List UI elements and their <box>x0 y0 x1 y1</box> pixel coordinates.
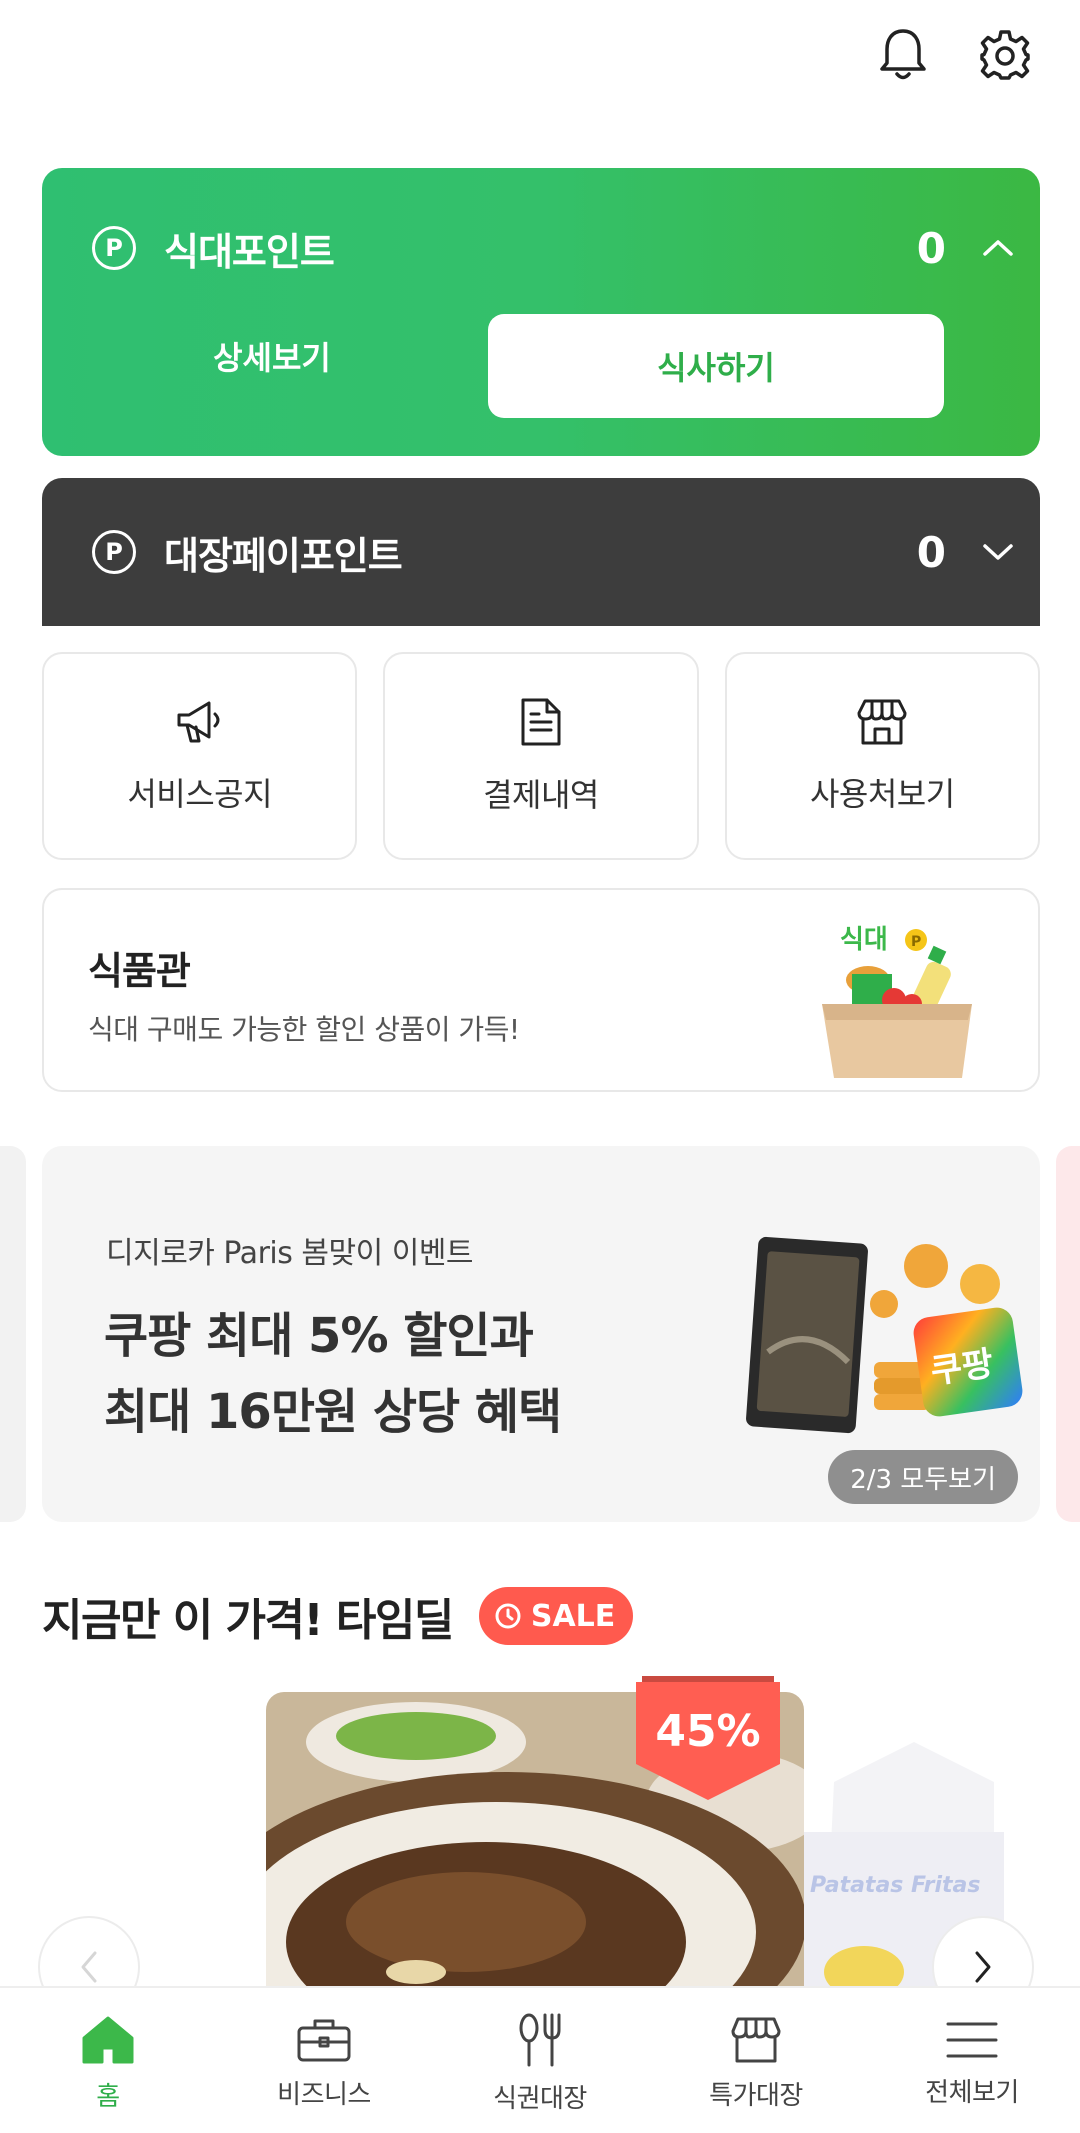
nav-label: 식권대장 <box>493 2084 587 2114</box>
point-icon: P <box>92 226 136 270</box>
chevron-right-icon <box>975 1951 991 1983</box>
home-icon <box>82 2016 134 2064</box>
nav-label: 특가대장 <box>709 2081 803 2111</box>
quick-menu-payment-history[interactable]: 결제내역 <box>383 652 699 860</box>
time-deal-header: 지금만 이 가격! 타임딜 SALE <box>42 1584 634 1648</box>
food-hall-card[interactable]: 식품관 식대 구매도 가능한 할인 상품이 가득! 식대 P <box>42 888 1040 1092</box>
briefcase-icon <box>297 2019 351 2062</box>
menu-icon <box>946 2022 998 2058</box>
nav-home[interactable]: 홈 <box>0 1988 216 2133</box>
banner-title-line2: 최대 16만원 상당 혜택 <box>104 1384 562 1440</box>
banner-next-peek <box>1056 1146 1080 1522</box>
card-coupang-image: 쿠팡 <box>746 1236 1023 1434</box>
daejang-pay-point-value: 0 <box>916 527 946 577</box>
quick-menu-label: 사용처보기 <box>809 775 955 813</box>
sale-badge-label: SALE <box>530 1598 616 1634</box>
chevron-up-icon[interactable] <box>980 230 1016 266</box>
detail-button[interactable]: 상세보기 <box>152 304 392 408</box>
point-icon: P <box>92 530 136 574</box>
daejang-pay-point-card[interactable]: P 대장페이포인트 0 <box>42 478 1040 626</box>
sikdae-point-header[interactable]: P 식대포인트 0 <box>92 208 1040 288</box>
sikdae-point-value: 0 <box>916 223 946 273</box>
store-icon <box>855 697 909 751</box>
clock-icon <box>495 1603 521 1629</box>
top-toolbar <box>872 24 1036 86</box>
chevron-down-icon[interactable] <box>980 534 1016 570</box>
quick-menu-label: 결제내역 <box>483 776 599 814</box>
bell-icon[interactable] <box>872 24 934 86</box>
food-hall-subtitle: 식대 구매도 가능한 할인 상품이 가득! <box>88 1013 520 1046</box>
utensils-icon <box>519 2013 561 2067</box>
banner-title-line1: 쿠팡 최대 5% 할인과 <box>104 1308 534 1364</box>
event-banner[interactable]: 디지로카 Paris 봄맞이 이벤트 쿠팡 최대 5% 할인과 최대 16만원 … <box>42 1146 1040 1522</box>
daejang-pay-point-header: P 대장페이포인트 0 <box>92 512 1040 592</box>
nav-label: 비즈니스 <box>277 2080 371 2110</box>
banner-pager-button[interactable]: 2/3 모두보기 <box>828 1450 1018 1504</box>
chevron-left-icon <box>81 1951 97 1983</box>
quick-menu-store-list[interactable]: 사용처보기 <box>724 652 1040 860</box>
nav-special-deals[interactable]: 특가대장 <box>648 1988 864 2133</box>
quick-menu-label: 서비스공지 <box>127 775 273 813</box>
quick-menu-notice[interactable]: 서비스공지 <box>42 652 358 860</box>
food-hall-image-tag: 식대 <box>840 925 888 955</box>
discount-label: 45% <box>655 1706 761 1757</box>
nav-label: 홈 <box>96 2082 120 2112</box>
nav-all-menu[interactable]: 전체보기 <box>864 1988 1080 2133</box>
time-deal-title: 지금만 이 가격! 타임딜 <box>42 1595 454 1646</box>
svg-text:P: P <box>911 934 921 950</box>
food-hall-title: 식품관 <box>88 949 191 993</box>
quick-menu: 서비스공지 결제내역 사용처보기 <box>42 652 1040 860</box>
banner-prev-peek <box>0 1146 26 1522</box>
bottom-navigation: 홈 비즈니스 식권대장 특가대장 전체보기 <box>0 1986 1080 2133</box>
nav-label: 전체보기 <box>925 2078 1019 2108</box>
shop-icon <box>731 2017 781 2063</box>
point-icon-letter: P <box>105 234 123 262</box>
receipt-icon <box>517 696 565 752</box>
banner-subtitle: 디지로카 Paris 봄맞이 이벤트 <box>106 1236 474 1271</box>
eat-button[interactable]: 식사하기 <box>488 314 944 418</box>
sale-badge: SALE <box>478 1587 634 1645</box>
sikdae-point-title: 식대포인트 <box>164 229 335 274</box>
next-product-text: Patatas Fritas <box>810 1873 981 1898</box>
gear-icon[interactable] <box>974 24 1036 86</box>
grocery-bag-image: 식대 P <box>822 925 972 1078</box>
megaphone-icon <box>173 697 227 751</box>
nav-business[interactable]: 비즈니스 <box>216 1988 432 2133</box>
point-icon-letter: P <box>105 538 123 566</box>
sikdae-point-card: P 식대포인트 0 상세보기 식사하기 <box>42 168 1040 456</box>
nav-meal-ticket[interactable]: 식권대장 <box>432 1988 648 2133</box>
daejang-pay-point-title: 대장페이포인트 <box>164 533 403 578</box>
